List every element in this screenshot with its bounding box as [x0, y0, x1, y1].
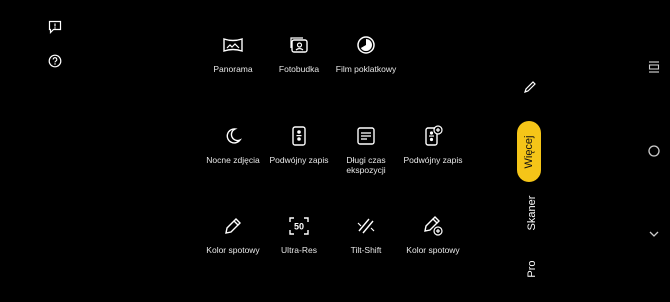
mode-label: Kolor spotowy: [406, 245, 460, 255]
dual-record-icon: [286, 123, 312, 149]
mode-label: Długi czas ekspozycji: [346, 155, 386, 175]
chevron-down-icon[interactable]: [645, 225, 663, 243]
menu-icon[interactable]: [645, 58, 663, 76]
mode-tab-pro[interactable]: Pro: [526, 249, 538, 289]
mode-tab-label: Więcej: [523, 134, 535, 169]
mode-label: Kolor spotowy: [206, 245, 260, 255]
photobooth-icon: [286, 32, 312, 58]
mode-tab-wiecej[interactable]: Więcej: [517, 121, 541, 182]
long-exposure-icon: [353, 123, 379, 149]
color-picker-add-icon: [420, 213, 446, 239]
ultra-res-icon: 50: [286, 213, 312, 239]
mode-label: Film poklatkowy: [335, 64, 397, 74]
ultra-res-badge: 50: [294, 222, 304, 232]
mode-podwojny-zapis-add[interactable]: Podwójny zapis: [391, 123, 475, 179]
feedback-icon[interactable]: [46, 18, 64, 36]
mode-film-poklatkowy[interactable]: Film poklatkowy: [324, 32, 408, 88]
mode-label: Nocne zdjęcia: [206, 155, 260, 165]
mode-label: Fotobudka: [278, 64, 320, 74]
home-button-icon[interactable]: [645, 142, 663, 160]
help-icon[interactable]: [46, 52, 64, 70]
mode-tab-skaner[interactable]: Skaner: [526, 193, 538, 233]
mode-label: Panorama: [213, 64, 253, 74]
timelapse-icon: [353, 32, 379, 58]
edit-icon[interactable]: [521, 78, 539, 96]
color-picker-icon: [220, 213, 246, 239]
mode-label: Ultra-Res: [281, 245, 317, 255]
mode-label: Tilt-Shift: [350, 245, 382, 255]
dual-record-add-icon: [420, 123, 446, 149]
mode-kolor-spotowy-add[interactable]: Kolor spotowy: [391, 213, 475, 269]
panorama-icon: [220, 32, 246, 58]
tilt-shift-icon: [353, 213, 379, 239]
mode-label: Podwójny zapis: [403, 155, 463, 165]
mode-label: Podwójny zapis: [269, 155, 329, 165]
moon-icon: [220, 123, 246, 149]
